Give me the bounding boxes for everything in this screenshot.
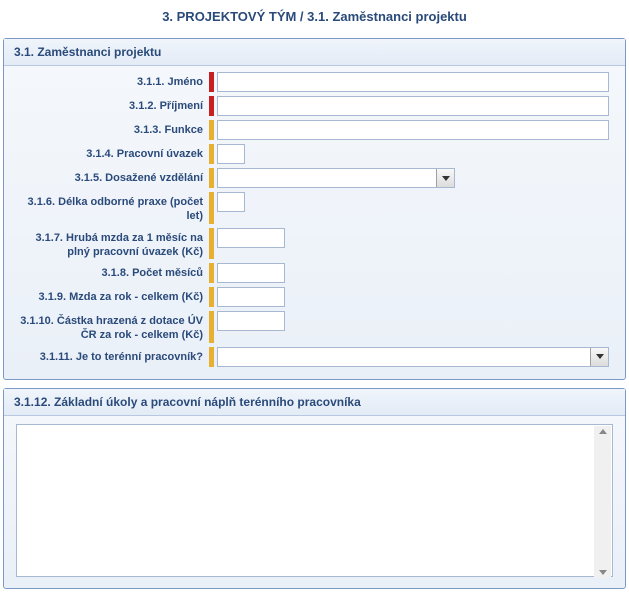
label-jmeno: 3.1.1. Jméno [14,72,209,89]
optional-marker [209,311,214,343]
label-funkce: 3.1.3. Funkce [14,120,209,137]
input-funkce[interactable] [217,120,609,140]
label-vzdelani: 3.1.5. Dosažené vzdělání [14,168,209,185]
panel-ukoly: 3.1.12. Základní úkoly a pracovní náplň … [3,388,626,589]
input-mzda-rok[interactable] [217,287,285,307]
input-castka-dotace[interactable] [217,311,285,331]
optional-marker [209,228,214,260]
select-terenni[interactable] [217,347,609,367]
label-mzda-rok: 3.1.9. Mzda za rok - celkem (Kč) [14,287,209,304]
input-mzda-mesic[interactable] [217,228,285,248]
panel-zamestnanci: 3.1. Zaměstnanci projektu 3.1.1. Jméno 3… [3,38,626,380]
label-uvazek: 3.1.4. Pracovní úvazek [14,144,209,161]
optional-marker [209,347,214,367]
input-jmeno[interactable] [217,72,609,92]
optional-marker [209,168,214,188]
optional-marker [209,120,214,140]
input-uvazek[interactable] [217,144,245,164]
required-marker [209,72,214,92]
label-pocet-mesicu: 3.1.8. Počet měsíců [14,263,209,280]
optional-marker [209,144,214,164]
label-praxe: 3.1.6. Délka odborné praxe (počet let) [14,192,209,224]
panel-header-zamestnanci: 3.1. Zaměstnanci projektu [4,39,625,66]
optional-marker [209,287,214,307]
required-marker [209,96,214,116]
label-mzda-mesic: 3.1.7. Hrubá mzda za 1 měsíc na plný pra… [14,228,209,260]
chevron-down-icon[interactable] [590,348,608,366]
page-title: 3. PROJEKTOVÝ TÝM / 3.1. Zaměstnanci pro… [3,3,626,38]
textarea-ukoly[interactable] [16,424,613,577]
label-castka-dotace: 3.1.10. Částka hrazená z dotace ÚV ČR za… [14,311,209,343]
chevron-down-icon[interactable] [436,169,454,187]
optional-marker [209,263,214,283]
panel-header-ukoly: 3.1.12. Základní úkoly a pracovní náplň … [4,389,625,416]
optional-marker [209,192,214,224]
label-prijmeni: 3.1.2. Příjmení [14,96,209,113]
input-praxe[interactable] [217,192,245,212]
input-pocet-mesicu[interactable] [217,263,285,283]
input-prijmeni[interactable] [217,96,609,116]
label-terenni: 3.1.11. Je to terénní pracovník? [14,347,209,364]
select-vzdelani[interactable] [217,168,455,188]
